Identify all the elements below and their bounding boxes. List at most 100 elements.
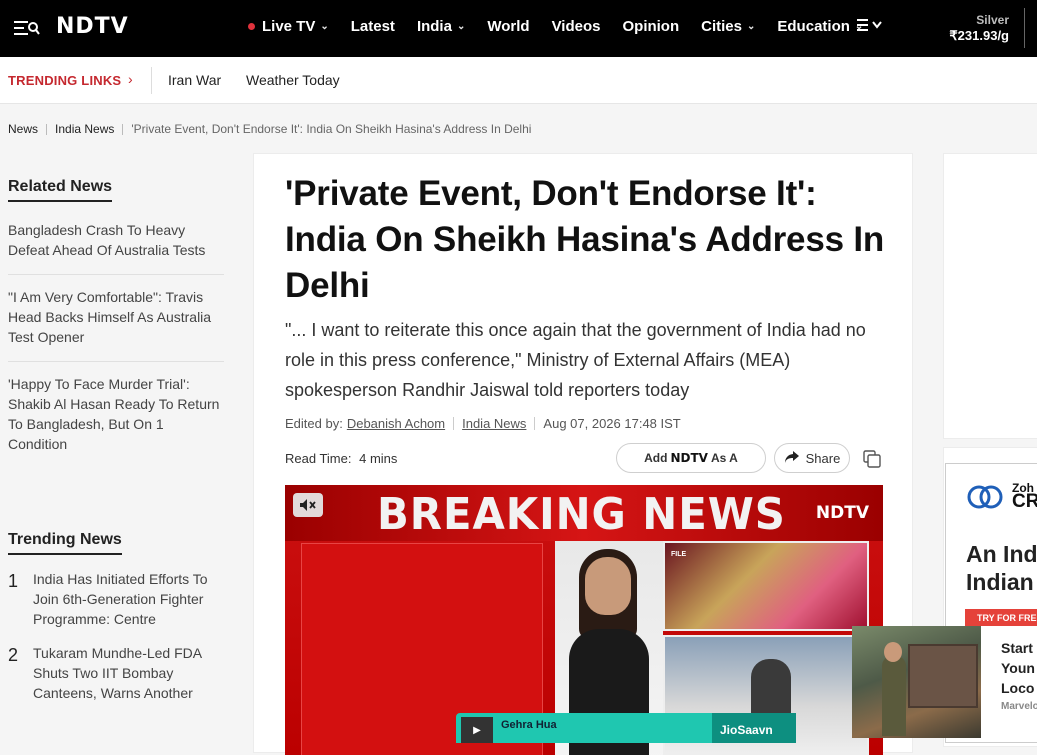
metal-price: ₹231.93/g (949, 28, 1009, 43)
top-navbar: NDTV Live TV ⌄ Latest India ⌄ World Vide… (0, 0, 1037, 57)
music-player-strip[interactable]: ▶ Gehra Hua JioSaavn (456, 713, 796, 743)
nav-opinion[interactable]: Opinion (622, 18, 679, 35)
breadcrumb: News India News 'Private Event, Don't En… (8, 122, 531, 136)
person-shape (882, 656, 906, 736)
mute-icon[interactable] (293, 493, 323, 517)
nav-videos[interactable]: Videos (552, 18, 601, 35)
nav-label: Cities (701, 18, 742, 35)
trending-news-title: Trending News (8, 531, 122, 555)
trending-news-list: 1 India Has Initiated Efforts To Join 6t… (8, 569, 228, 717)
related-news-section: Related News Bangladesh Crash To Heavy D… (8, 178, 224, 480)
breadcrumb-india-news[interactable]: India News (55, 122, 114, 136)
person-head (884, 642, 902, 662)
divider (453, 417, 455, 430)
nav-label: Education (777, 18, 850, 35)
add-ndtv-preferred-source-button[interactable]: Add NDTV As A (616, 443, 766, 473)
zoho-brand: Zoh CR (1012, 482, 1037, 512)
publish-date: Aug 07, 2026 17:48 IST (543, 416, 681, 431)
video-channel-logo: NDTV (815, 503, 869, 523)
chevron-down-icon: ⌄ (747, 21, 756, 32)
ad-headline-line: Indian (966, 569, 1034, 595)
nav-live-tv[interactable]: Live TV ⌄ (248, 18, 329, 35)
chevron-right-icon: › (128, 71, 133, 87)
copy-link-icon[interactable] (862, 449, 882, 469)
zoho-logo-icon (966, 484, 1006, 510)
breadcrumb-current: 'Private Event, Don't Endorse It': India… (131, 122, 532, 136)
breaking-news-banner: BREAKING NEWS (377, 489, 786, 540)
breadcrumb-news[interactable]: News (8, 122, 38, 136)
ad-headline: An Ind Indian (966, 540, 1037, 596)
ndtv-mini-logo: NDTV (670, 451, 708, 465)
chevron-down-icon: ⌄ (456, 21, 466, 32)
promo-line: Youn (1001, 660, 1035, 676)
article-headline: 'Private Event, Don't Endorse It': India… (285, 174, 885, 305)
more-menu-button[interactable] (857, 18, 883, 36)
jiosaavn-logo: JioSaavn (712, 713, 796, 743)
share-label: Share (805, 450, 841, 466)
trending-news-header: Trending News (8, 531, 122, 555)
nav-label: Live TV (262, 18, 316, 35)
read-time-label: Read Time: (285, 451, 352, 466)
trending-links-bar: TRENDING LINKS › Iran War Weather Today (0, 57, 1037, 104)
nav-latest[interactable]: Latest (351, 18, 395, 35)
read-time: Read Time: 4 mins (285, 451, 397, 466)
trending-link-iran-war[interactable]: Iran War (168, 72, 221, 88)
article-subhead: "... I want to reiterate this once again… (285, 320, 866, 400)
promo-source: Marvelo (1001, 701, 1037, 712)
add-label: Add (644, 451, 668, 465)
trending-links-label: TRENDING LINKS (8, 73, 122, 88)
trending-news-text: India Has Initiated Efforts To Join 6th-… (33, 571, 208, 627)
ndtv-logo[interactable]: NDTV (56, 14, 129, 39)
divider (534, 417, 536, 430)
hamburger-menu-icon[interactable] (14, 18, 40, 38)
trending-news-item[interactable]: 1 India Has Initiated Efforts To Join 6t… (8, 569, 228, 629)
divider (151, 67, 152, 94)
related-news-list: Bangladesh Crash To Heavy Defeat Ahead O… (8, 220, 224, 468)
related-news-item[interactable]: 'Happy To Face Murder Trial': Shakib Al … (8, 374, 224, 468)
nav-education[interactable]: Education ⌄ (777, 18, 863, 35)
promo-card[interactable]: Start Youn Loco Marvelo (852, 626, 1037, 738)
trending-news-text: Tukaram Mundhe-Led FDA Shuts Two IIT Bom… (33, 645, 202, 701)
promo-headline: Start Youn Loco (1001, 638, 1035, 698)
video-inset-image: FILE (663, 541, 869, 631)
nav-world[interactable]: World (487, 18, 529, 35)
ad-cta-button[interactable]: TRY FOR FREE (965, 609, 1037, 627)
related-news-item[interactable]: "I Am Very Comfortable": Travis Head Bac… (8, 287, 224, 362)
play-icon[interactable]: ▶ (461, 717, 493, 743)
share-icon (784, 450, 800, 467)
related-news-item[interactable]: Bangladesh Crash To Heavy Defeat Ahead O… (8, 220, 224, 275)
divider (1024, 8, 1025, 48)
promo-image (852, 626, 981, 738)
main-nav: Live TV ⌄ Latest India ⌄ World Videos Op… (248, 18, 863, 35)
article-card: 'Private Event, Don't Endorse It': India… (253, 153, 913, 755)
nav-cities[interactable]: Cities ⌄ (701, 18, 755, 35)
brand-big: CR (1012, 491, 1037, 512)
ad-headline-line: An Ind (966, 541, 1037, 567)
trending-link-weather-today[interactable]: Weather Today (246, 72, 340, 88)
nav-india[interactable]: India ⌄ (417, 18, 465, 35)
trending-news-item[interactable]: 2 Tukaram Mundhe-Led FDA Shuts Two IIT B… (8, 643, 228, 703)
metal-label: Silver (976, 13, 1009, 27)
divider (122, 123, 124, 135)
add-label-suffix: As A (710, 451, 738, 465)
anchor-face (585, 557, 631, 615)
ad-slot (943, 153, 1037, 439)
category-link[interactable]: India News (462, 416, 526, 431)
article-meta: Edited by: Debanish Achom India News Aug… (285, 416, 681, 431)
chevron-down-icon: ⌄ (320, 21, 329, 32)
nav-label: World (487, 18, 530, 35)
share-button[interactable]: Share (774, 443, 850, 473)
editor-link[interactable]: Debanish Achom (347, 416, 445, 431)
live-dot-icon (248, 23, 255, 30)
related-news-title: Related News (8, 178, 113, 202)
nav-label: Latest (350, 18, 395, 35)
file-tag: FILE (671, 551, 687, 558)
read-time-value: 4 mins (359, 451, 398, 466)
edited-by-label: Edited by: (285, 416, 343, 431)
song-title: Gehra Hua (501, 719, 557, 731)
train-shape (908, 644, 978, 708)
divider (46, 123, 48, 135)
nav-label: Opinion (622, 18, 680, 35)
silver-price-widget[interactable]: Silver ₹231.93/g (949, 13, 1009, 43)
nav-label: Videos (551, 18, 601, 35)
